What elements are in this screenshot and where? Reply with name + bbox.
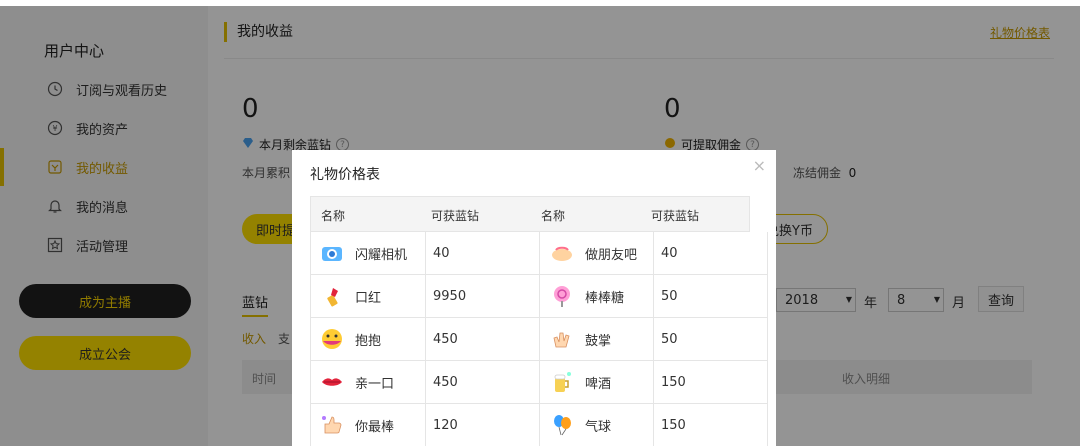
divider bbox=[653, 275, 654, 317]
handshake-icon bbox=[549, 240, 575, 266]
balloon-icon bbox=[549, 412, 575, 438]
table-row: 闪耀相机 40 做朋友吧 40 bbox=[310, 232, 768, 275]
beer-icon bbox=[549, 369, 575, 395]
thumbsup-icon bbox=[319, 412, 345, 438]
gift-name-cell: 抱抱 bbox=[319, 318, 381, 360]
gift-name: 棒棒糖 bbox=[585, 290, 625, 306]
divider bbox=[653, 361, 654, 403]
gift-diamonds: 40 bbox=[661, 245, 678, 261]
gift-name: 亲一口 bbox=[355, 376, 395, 392]
gift-name-cell: 做朋友吧 bbox=[549, 232, 637, 274]
gift-name: 闪耀相机 bbox=[355, 247, 408, 263]
close-icon[interactable]: × bbox=[753, 156, 766, 175]
camera-icon bbox=[319, 240, 345, 266]
clap-icon bbox=[549, 326, 575, 352]
gift-diamonds: 40 bbox=[433, 245, 450, 261]
lips-icon bbox=[319, 369, 345, 395]
table-row: 抱抱 450 鼓掌 50 bbox=[310, 318, 768, 361]
gift-name: 鼓掌 bbox=[585, 333, 612, 349]
divider bbox=[653, 318, 654, 360]
gift-name-cell: 你最棒 bbox=[319, 404, 394, 446]
divider bbox=[425, 275, 426, 317]
divider bbox=[539, 318, 540, 360]
divider bbox=[539, 361, 540, 403]
gift-name-cell: 啤酒 bbox=[549, 361, 611, 403]
gift-name: 做朋友吧 bbox=[585, 247, 638, 263]
col-name: 名称 bbox=[321, 209, 346, 223]
gift-name-cell: 亲一口 bbox=[319, 361, 394, 403]
gift-name-cell: 鼓掌 bbox=[549, 318, 611, 360]
divider bbox=[539, 232, 540, 274]
divider bbox=[425, 232, 426, 274]
hug-icon bbox=[319, 326, 345, 352]
gift-name: 口红 bbox=[355, 290, 382, 306]
gift-diamonds: 450 bbox=[433, 374, 458, 390]
gift-diamonds: 150 bbox=[661, 374, 686, 390]
table-row: 口红 9950 棒棒糖 50 bbox=[310, 275, 768, 318]
divider bbox=[425, 404, 426, 446]
col-diamonds: 可获蓝钻 bbox=[651, 209, 700, 223]
gift-price-modal: 礼物价格表 × 名称 可获蓝钻 名称 可获蓝钻 闪耀相机 40 做朋友吧 40 … bbox=[292, 150, 776, 446]
lollipop-icon bbox=[549, 283, 575, 309]
gift-name: 你最棒 bbox=[355, 419, 395, 435]
gift-diamonds: 450 bbox=[433, 331, 458, 347]
divider bbox=[653, 232, 654, 274]
modal-title: 礼物价格表 bbox=[310, 167, 380, 183]
lipstick-icon bbox=[319, 283, 345, 309]
gift-diamonds: 50 bbox=[661, 331, 678, 347]
col-diamonds: 可获蓝钻 bbox=[431, 209, 480, 223]
col-name: 名称 bbox=[541, 209, 566, 223]
gift-name-cell: 闪耀相机 bbox=[319, 232, 407, 274]
table-row: 你最棒 120 气球 150 bbox=[310, 404, 768, 446]
gift-diamonds: 50 bbox=[661, 288, 678, 304]
gift-name: 啤酒 bbox=[585, 376, 612, 392]
gift-name-cell: 棒棒糖 bbox=[549, 275, 624, 317]
gift-diamonds: 120 bbox=[433, 417, 458, 433]
divider bbox=[539, 404, 540, 446]
table-row: 亲一口 450 啤酒 150 bbox=[310, 361, 768, 404]
gift-table-header: 名称 可获蓝钻 名称 可获蓝钻 bbox=[310, 196, 750, 232]
gift-name: 抱抱 bbox=[355, 333, 382, 349]
gift-diamonds: 150 bbox=[661, 417, 686, 433]
window-edge bbox=[0, 0, 1080, 6]
gift-name-cell: 口红 bbox=[319, 275, 381, 317]
gift-name: 气球 bbox=[585, 419, 612, 435]
gift-diamonds: 9950 bbox=[433, 288, 467, 304]
divider bbox=[425, 318, 426, 360]
gift-name-cell: 气球 bbox=[549, 404, 611, 446]
divider bbox=[539, 275, 540, 317]
divider bbox=[425, 361, 426, 403]
divider bbox=[653, 404, 654, 446]
